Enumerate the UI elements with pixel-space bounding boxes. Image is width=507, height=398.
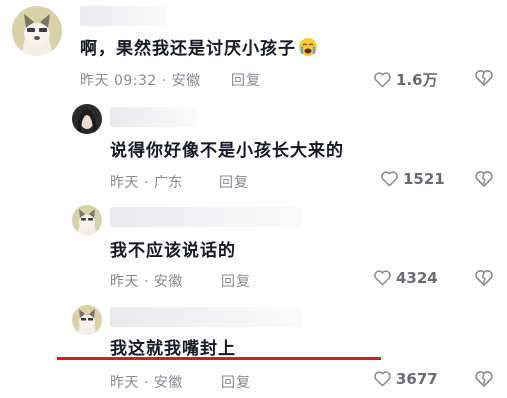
comment-meta: 昨天 09:32 · 安徽 [80, 73, 201, 89]
broken-heart-icon[interactable] [474, 170, 494, 188]
like-button[interactable]: 3677 [373, 370, 438, 388]
red-underline-annotation [57, 357, 381, 360]
broken-heart-icon[interactable] [474, 69, 494, 87]
comment-meta: 昨天 · 安徽 [110, 274, 183, 290]
shiba-avatar-icon [12, 6, 62, 56]
comment-text: 啊，果然我还是讨厌小孩子 [80, 34, 318, 59]
reply-button[interactable]: 回复 [221, 372, 251, 392]
like-button[interactable]: 1.6万 [373, 69, 438, 90]
comment-text: 我这就我嘴封上 [110, 339, 236, 359]
shiba-avatar-icon [72, 305, 102, 335]
comment-meta: 昨天 · 安徽 [110, 375, 183, 391]
shiba-avatar-icon [72, 205, 102, 235]
comment-meta: 昨天 · 广东 [110, 175, 183, 191]
like-count: 4324 [396, 269, 438, 287]
broken-heart-icon[interactable] [474, 269, 494, 287]
like-count: 1.6万 [396, 71, 438, 89]
broken-heart-icon[interactable] [474, 370, 494, 388]
username-blurred[interactable] [110, 207, 302, 227]
like-button[interactable]: 4324 [373, 269, 438, 287]
avatar[interactable] [72, 104, 102, 134]
heart-outline-icon [381, 171, 398, 187]
heart-outline-icon [374, 371, 391, 387]
comment-text: 说得你好像不是小孩长大来的 [110, 141, 344, 161]
reply-button[interactable]: 回复 [219, 172, 249, 192]
heart-outline-icon [374, 71, 391, 87]
heart-outline-icon [374, 270, 391, 286]
username-blurred[interactable] [110, 307, 302, 327]
avatar[interactable] [72, 305, 102, 335]
avatar[interactable] [72, 205, 102, 235]
reply-button[interactable]: 回复 [231, 70, 261, 90]
like-button[interactable]: 1521 [380, 170, 445, 188]
like-count: 3677 [396, 370, 438, 388]
portrait-avatar-icon [72, 104, 102, 134]
crying-emoji-icon [299, 38, 317, 56]
avatar[interactable] [12, 6, 62, 56]
like-count: 1521 [403, 170, 445, 188]
reply-button[interactable]: 回复 [221, 271, 251, 291]
username-blurred[interactable] [110, 107, 196, 127]
username-blurred[interactable] [80, 6, 166, 26]
comment-text: 我不应该说话的 [110, 241, 236, 261]
